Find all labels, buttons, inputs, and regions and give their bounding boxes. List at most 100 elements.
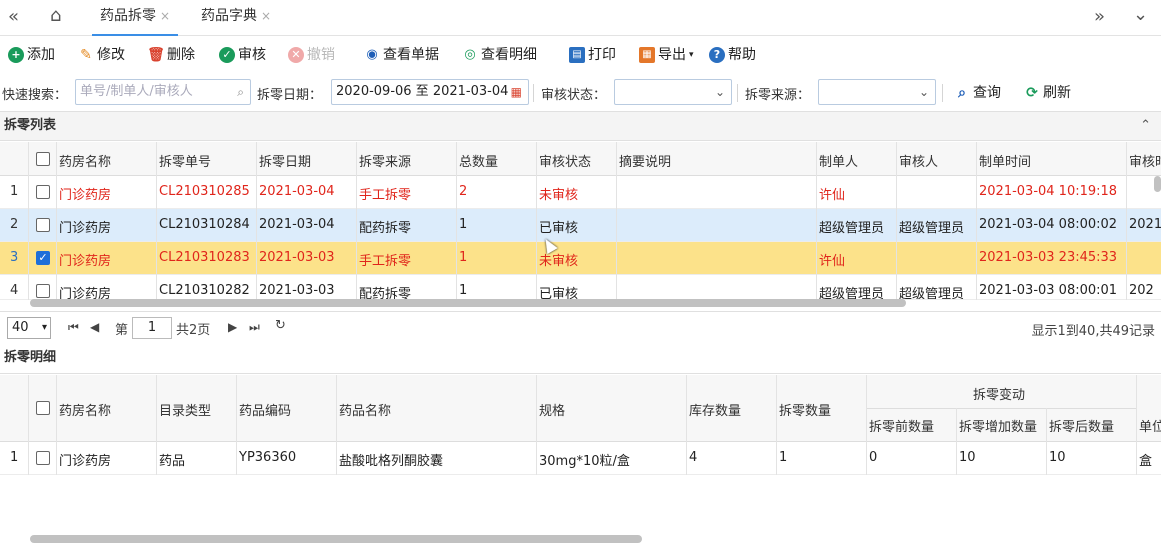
close-icon[interactable]: × — [261, 9, 271, 23]
column-header[interactable]: 审核人 — [899, 151, 938, 170]
auditor-cell: 超级管理员 — [899, 287, 965, 300]
column-header[interactable]: 药房名称 — [59, 151, 111, 170]
refresh-button[interactable]: ⟳ 刷新 — [1024, 83, 1071, 103]
row-checkbox-checked[interactable]: ✓ — [36, 251, 50, 265]
column-header[interactable]: 药品名称 — [339, 400, 391, 419]
calendar-icon[interactable]: ▦ — [511, 80, 522, 104]
horizontal-scrollbar[interactable] — [30, 299, 906, 307]
column-header[interactable]: 拆零单号 — [159, 151, 211, 170]
help-button[interactable]: ? 帮助 — [709, 45, 756, 65]
tab-drug-dictionary[interactable]: 药品字典 × — [193, 0, 279, 36]
audit-button[interactable]: ✓ 审核 — [219, 45, 266, 65]
horizontal-scrollbar[interactable] — [30, 535, 642, 543]
tab-drug-split[interactable]: 药品拆零 × — [92, 0, 179, 36]
qty-cell: 1 — [459, 283, 468, 298]
grid-line — [536, 375, 537, 475]
add-button[interactable]: + 添加 — [8, 45, 55, 65]
select-all-checkbox[interactable] — [36, 152, 50, 166]
row-checkbox[interactable] — [36, 185, 50, 199]
row-checkbox[interactable] — [36, 451, 50, 465]
tab-bar: « ⌂ 药品拆零 × 药品字典 × » ⌄ — [0, 0, 1161, 36]
column-header[interactable]: 总数量 — [459, 151, 498, 170]
double-left-chevron-icon[interactable]: « — [8, 6, 19, 27]
first-page-icon[interactable]: ⏮ — [68, 320, 79, 335]
column-header[interactable]: 库存数量 — [689, 400, 741, 419]
split-source-select[interactable]: ⌄ — [818, 79, 936, 105]
last-page-icon[interactable]: ⏭ — [249, 320, 260, 335]
toolbar: + 添加 ✎ 修改 🗑 删除 ✓ 审核 ✕ 撤销 ◉ 查看单据 ◎ 查看明细 ▤… — [0, 38, 1161, 72]
reload-icon[interactable]: ↻ — [275, 318, 286, 333]
date-range-input[interactable]: 2020-09-06 至 2021-03-04 ▦ — [331, 79, 529, 105]
grid-line — [1126, 142, 1127, 300]
vertical-scrollbar[interactable] — [1154, 176, 1161, 192]
column-header[interactable]: 摘要说明 — [619, 151, 671, 170]
audit-status-select[interactable]: ⌄ — [614, 79, 732, 105]
column-header[interactable]: 拆零日期 — [259, 151, 311, 170]
date-cell: 2021-03-04 — [259, 184, 335, 199]
pharmacy-cell: 门诊药房 — [59, 254, 112, 269]
view-document-button[interactable]: ◉ 查看单据 — [364, 45, 439, 65]
home-icon[interactable]: ⌂ — [50, 5, 61, 26]
delete-button[interactable]: 🗑 删除 — [147, 45, 195, 65]
view-detail-button[interactable]: ◎ 查看明细 — [462, 45, 537, 65]
search-icon: ⌕ — [237, 85, 244, 99]
page-size-select[interactable]: 40 ▾ — [7, 317, 51, 339]
date-cell: 2021-03-03 — [259, 283, 335, 298]
select-all-checkbox[interactable] — [36, 401, 50, 415]
plus-icon: + — [8, 47, 24, 63]
column-header[interactable]: 拆零增加数量 — [959, 416, 1037, 435]
close-icon[interactable]: × — [160, 9, 170, 23]
row-checkbox[interactable] — [36, 218, 50, 232]
next-page-icon[interactable]: ▶ — [228, 320, 237, 334]
column-header[interactable]: 拆零来源 — [359, 151, 411, 170]
audit-time-cell: 2021 — [1129, 217, 1161, 232]
double-right-chevron-icon[interactable]: » — [1094, 6, 1105, 27]
print-button[interactable]: ▤ 打印 — [569, 45, 616, 65]
column-header[interactable]: 制单时间 — [979, 151, 1031, 170]
prev-page-icon[interactable]: ◀ — [90, 320, 99, 334]
column-header[interactable]: 审核时 — [1129, 151, 1161, 170]
table-row[interactable]: 1 门诊药房 CL210310285 2021-03-04 手工拆零 2 未审核… — [0, 176, 1161, 209]
query-button[interactable]: ⌕ 查询 — [954, 83, 1001, 103]
edit-button[interactable]: ✎ 修改 — [78, 45, 125, 65]
split-qty-cell: 1 — [779, 450, 788, 465]
column-header[interactable]: 单位 — [1139, 416, 1161, 435]
table-row[interactable]: 3 ✓ 门诊药房 CL210310283 2021-03-03 手工拆零 1 未… — [0, 242, 1161, 275]
row-checkbox[interactable] — [36, 284, 50, 298]
page-number-input[interactable]: 1 — [132, 317, 172, 339]
column-header[interactable]: 目录类型 — [159, 400, 211, 419]
column-header[interactable]: 制单人 — [819, 151, 858, 170]
quick-search-placeholder: 单号/制单人/审核人 — [80, 84, 193, 99]
column-header[interactable]: 拆零后数量 — [1049, 416, 1114, 435]
grid-line — [1046, 408, 1047, 475]
column-header[interactable]: 拆零数量 — [779, 400, 831, 419]
add-label: 添加 — [27, 47, 55, 63]
unit-cell: 盒 — [1139, 454, 1153, 469]
quick-search-input[interactable]: 单号/制单人/审核人 ⌕ — [75, 79, 251, 105]
page-label: 第 — [115, 323, 129, 338]
column-header[interactable]: 规格 — [539, 400, 565, 419]
table-row[interactable]: 1 门诊药房 药品 YP36360 盐酸吡格列酮胶囊 30mg*10粒/盒 4 … — [0, 442, 1161, 475]
column-header[interactable]: 拆零前数量 — [869, 416, 934, 435]
dropdown-caret-icon: ▾ — [689, 50, 694, 60]
chevron-down-icon[interactable]: ⌄ — [1133, 4, 1148, 25]
make-time-cell: 2021-03-03 08:00:01 — [979, 283, 1118, 298]
table-row[interactable]: 2 门诊药房 CL210310284 2021-03-04 配药拆零 1 已审核… — [0, 209, 1161, 242]
divider — [737, 84, 738, 102]
status-cell: 已审核 — [539, 287, 579, 300]
view-document-label: 查看单据 — [383, 47, 439, 63]
column-header[interactable]: 审核状态 — [539, 151, 591, 170]
column-header[interactable]: 药品编码 — [239, 400, 291, 419]
chevron-up-icon[interactable]: ⌃ — [1140, 112, 1151, 140]
drug-code-cell: YP36360 — [239, 450, 297, 465]
pencil-icon: ✎ — [80, 47, 92, 63]
export-button[interactable]: ▦ 导出 ▾ — [639, 45, 694, 65]
revoke-button[interactable]: ✕ 撤销 — [288, 45, 335, 65]
column-header[interactable]: 药房名称 — [59, 400, 111, 419]
split-detail-grid-header: 药房名称 目录类型 药品编码 药品名称 规格 库存数量 拆零数量 拆零变动 拆零… — [0, 375, 1161, 442]
cancel-icon: ✕ — [288, 47, 304, 63]
table-row[interactable]: 4 门诊药房 CL210310282 2021-03-03 配药拆零 1 已审核… — [0, 275, 1161, 300]
date-label: 拆零日期： — [257, 88, 323, 103]
split-list-header: 拆零列表 ⌃ — [0, 111, 1161, 141]
search-row: 快速搜索： 单号/制单人/审核人 ⌕ 拆零日期： 2020-09-06 至 20… — [0, 76, 1161, 110]
